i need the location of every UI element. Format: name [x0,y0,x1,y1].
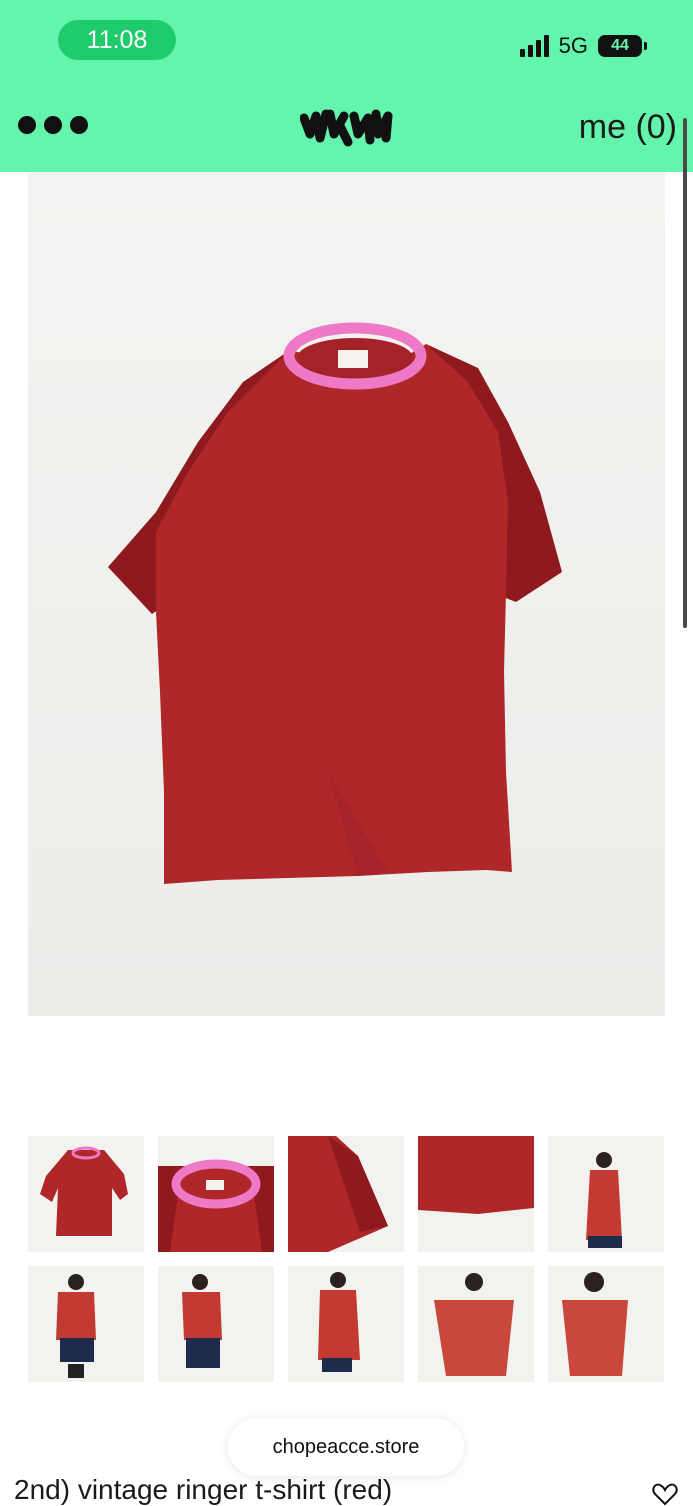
thumbnail-5[interactable] [548,1136,664,1252]
signal-icon [519,35,549,57]
top-bar: 11:08 5G 44 me (0) [0,0,693,172]
battery-icon: 44 [598,35,642,57]
battery-level: 44 [611,37,629,54]
network-label: 5G [558,33,588,58]
heart-icon[interactable] [652,1482,678,1506]
thumbnail-1[interactable] [28,1136,144,1252]
product-title: 2nd) vintage ringer t-shirt (red) [14,1474,393,1505]
thumbnail-9[interactable] [418,1266,534,1382]
thumbnail-3[interactable] [288,1136,404,1252]
thumbnail-7[interactable] [158,1266,274,1382]
store-domain-pill[interactable]: chopeacce.store [228,1418,464,1476]
status-time: 11:08 [58,20,176,60]
thumbnail-6[interactable] [28,1266,144,1382]
me-cart-link[interactable]: me (0) [579,108,677,147]
scrollbar[interactable] [683,118,687,628]
battery-nub [644,42,647,50]
more-dots-icon[interactable] [18,116,88,134]
thumbnail-4[interactable] [418,1136,534,1252]
main-product-image[interactable] [28,172,665,1016]
thumbnail-2[interactable] [158,1136,274,1252]
thumbnail-10[interactable] [548,1266,664,1382]
status-indicators: 5G 44 [519,24,647,68]
thumbnail-8[interactable] [288,1266,404,1382]
thumbnail-grid [28,1136,665,1382]
brand-logo[interactable] [300,104,394,152]
